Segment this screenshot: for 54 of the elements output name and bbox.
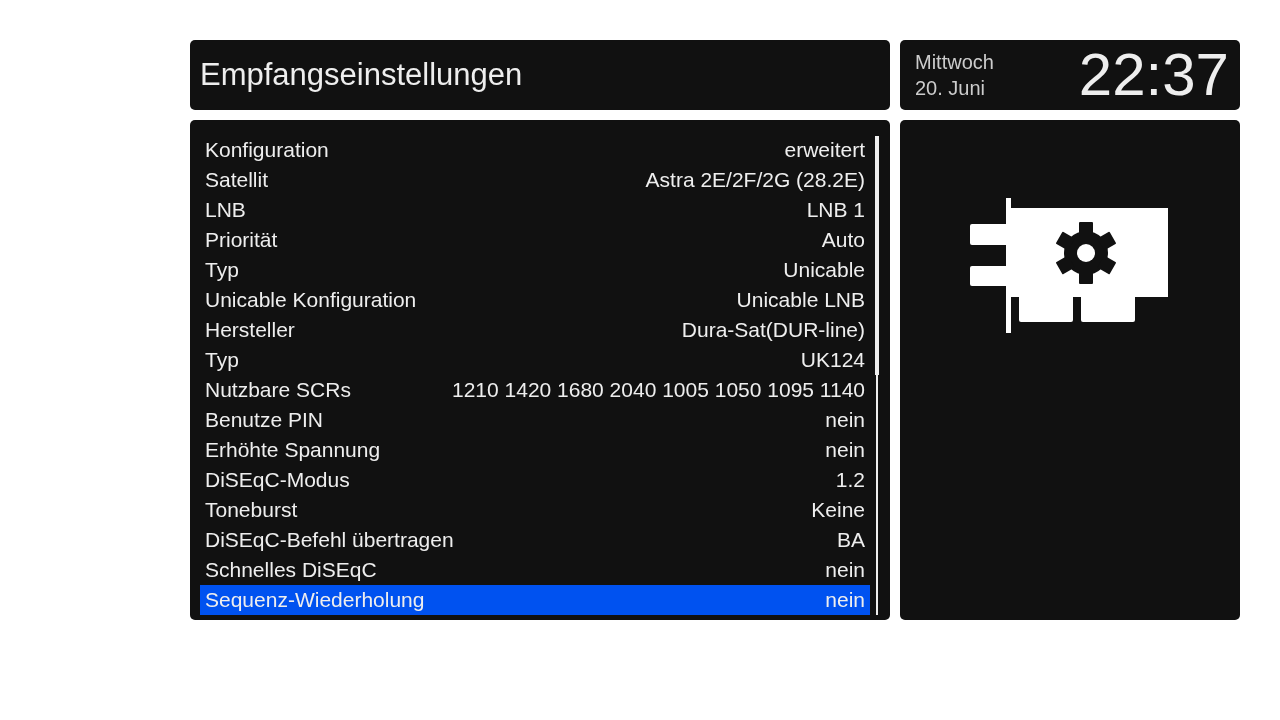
settings-row[interactable]: LNB LNB 1 — [200, 195, 870, 225]
settings-row[interactable]: Typ Unicable — [200, 255, 870, 285]
settings-row[interactable]: Toneburst Keine — [200, 495, 870, 525]
settings-row[interactable]: DiSEqC-Befehl übertragen BA — [200, 525, 870, 555]
setting-label: Toneburst — [205, 498, 298, 522]
setting-value: nein — [825, 438, 865, 462]
settings-row[interactable]: Schnelles DiSEqC nein — [200, 555, 870, 585]
settings-row[interactable]: Hersteller Dura-Sat(DUR-line) — [200, 315, 870, 345]
weekday-text: Mittwoch — [915, 50, 994, 74]
setting-value: Keine — [811, 498, 865, 522]
settings-row[interactable]: DiSEqC-Modus 1.2 — [200, 465, 870, 495]
settings-row[interactable]: Priorität Auto — [200, 225, 870, 255]
setting-value: nein — [825, 588, 865, 612]
setting-value: Unicable LNB — [736, 288, 865, 312]
setting-value: BA — [837, 528, 865, 552]
date-text: 20. Juni — [915, 76, 987, 100]
setting-value: 1210 1420 1680 2040 1005 1050 1095 1140 — [451, 378, 865, 402]
settings-row[interactable]: Konfiguration erweitert — [200, 135, 870, 165]
setting-label: DiSEqC-Modus — [205, 468, 350, 492]
setting-value: erweitert — [784, 138, 865, 162]
setting-value: Dura-Sat(DUR-line) — [681, 318, 865, 342]
setting-label: Benutze PIN — [205, 408, 323, 432]
expansion-card-gear-icon — [970, 198, 1168, 333]
setting-value: Astra 2E/2F/2G (28.2E) — [645, 168, 865, 192]
setting-label: Erhöhte Spannung — [205, 438, 381, 462]
settings-row[interactable]: Sequenz-Wiederholung nein — [200, 585, 870, 615]
scrollbar-thumb[interactable] — [875, 136, 879, 375]
setting-label: Typ — [205, 348, 239, 372]
setting-label: LNB — [205, 198, 246, 222]
setting-value: LNB 1 — [806, 198, 865, 222]
setting-value: 1.2 — [835, 468, 865, 492]
setting-label: Satellit — [205, 168, 269, 192]
setting-value: UK124 — [800, 348, 865, 372]
setting-label: DiSEqC-Befehl übertragen — [205, 528, 454, 552]
setting-value: Unicable — [783, 258, 865, 282]
setting-label: Sequenz-Wiederholung — [205, 588, 425, 612]
setting-label: Priorität — [205, 228, 278, 252]
setting-label: Konfiguration — [205, 138, 329, 162]
settings-row[interactable]: Typ UK124 — [200, 345, 870, 375]
setting-label: Hersteller — [205, 318, 295, 342]
settings-row[interactable]: Benutze PIN nein — [200, 405, 870, 435]
setting-label: Typ — [205, 258, 239, 282]
clock-time: 22:37 — [1078, 43, 1229, 107]
settings-row[interactable]: Erhöhte Spannung nein — [200, 435, 870, 465]
setting-label: Unicable Konfiguration — [205, 288, 417, 312]
setting-value: nein — [825, 558, 865, 582]
setting-value: Auto — [821, 228, 865, 252]
setting-label: Schnelles DiSEqC — [205, 558, 377, 582]
settings-row[interactable]: Nutzbare SCRs 1210 1420 1680 2040 1005 1050 1095 1140 — [200, 375, 870, 405]
settings-row[interactable]: Unicable Konfiguration Unicable LNB — [200, 285, 870, 315]
setting-value: nein — [825, 408, 865, 432]
page-title: Empfangseinstellungen — [200, 57, 523, 93]
setting-label: Nutzbare SCRs — [205, 378, 351, 402]
settings-row[interactable]: Satellit Astra 2E/2F/2G (28.2E) — [200, 165, 870, 195]
